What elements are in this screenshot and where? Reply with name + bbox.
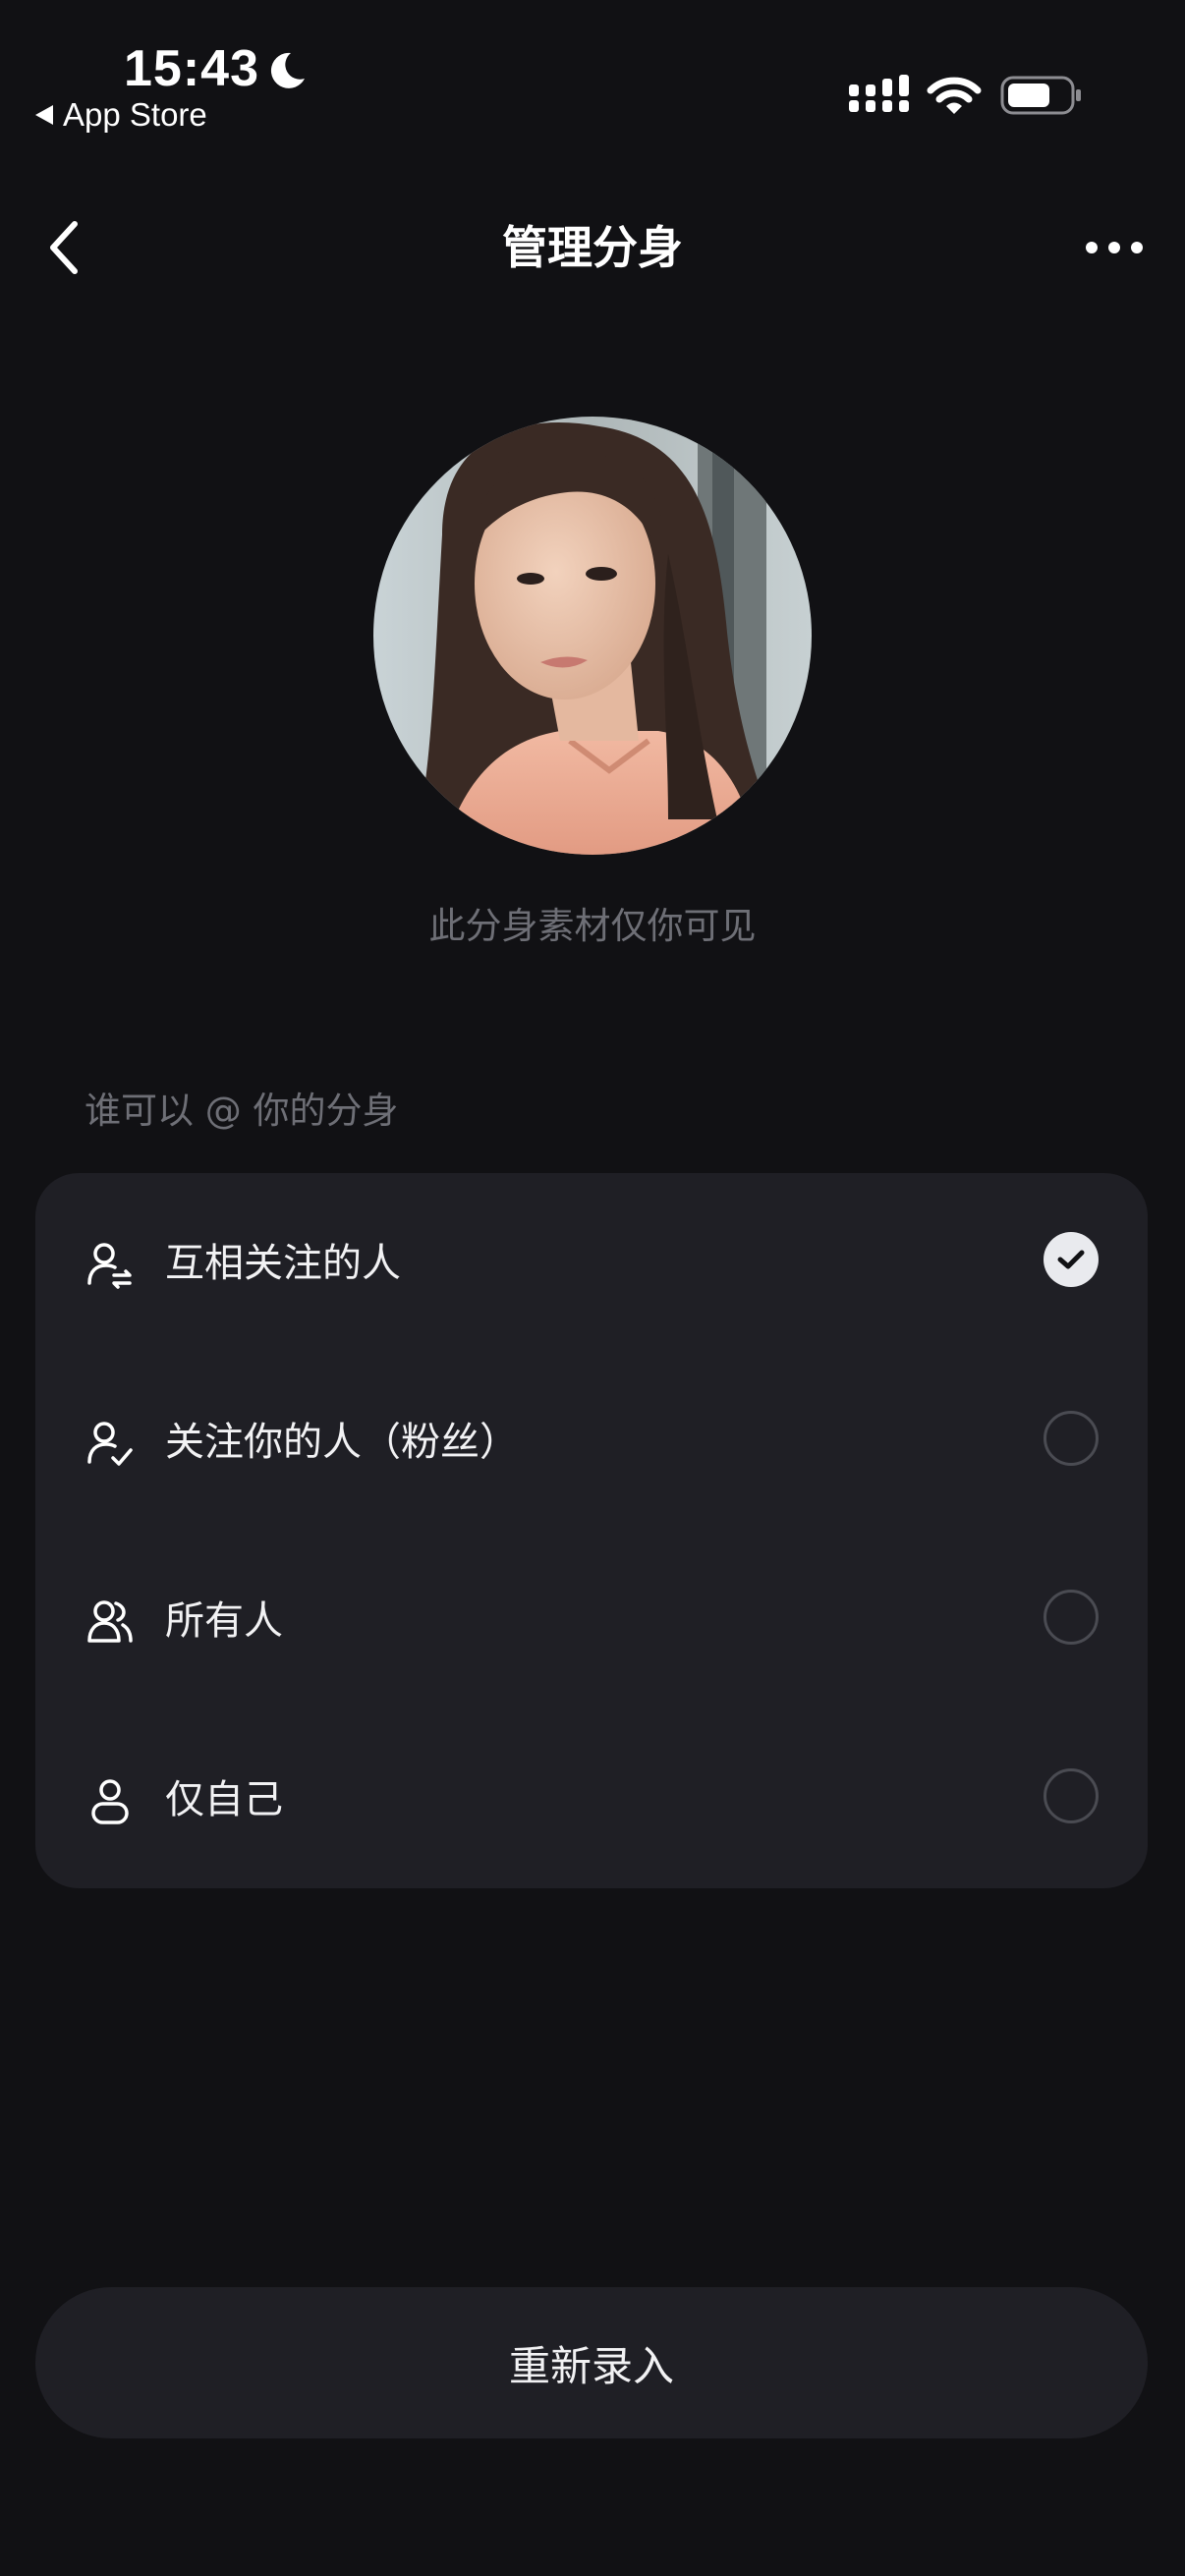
mention-options-card: 互相关注的人 关注你的人（粉丝） 所有人 仅自己 (35, 1173, 1148, 1888)
status-time: 15:43 (124, 40, 259, 97)
back-to-app-label: App Store (63, 96, 207, 133)
moon-icon (270, 52, 305, 88)
more-icon (1086, 242, 1143, 253)
back-triangle-icon (35, 105, 53, 125)
wifi-icon (927, 77, 982, 114)
option-only-me[interactable]: 仅自己 (35, 1709, 1148, 1888)
option-everyone[interactable]: 所有人 (35, 1531, 1148, 1709)
section-label: 谁可以 @ 你的分身 (85, 1090, 399, 1132)
avatar-photo (373, 417, 812, 855)
checkmark-icon (1057, 1250, 1085, 1269)
radio-unselected[interactable] (1044, 1768, 1099, 1823)
radio-unselected[interactable] (1044, 1411, 1099, 1466)
option-followers[interactable]: 关注你的人（粉丝） (35, 1352, 1148, 1531)
avatar-visibility-note: 此分身素材仅你可见 (428, 905, 757, 947)
more-button[interactable] (1077, 220, 1152, 275)
re-record-button[interactable]: 重新录入 (35, 2287, 1148, 2438)
page-title: 管理分身 (502, 221, 683, 274)
cellular-signal-icon (849, 75, 909, 112)
self-icon (91, 1779, 129, 1824)
radio-selected[interactable] (1044, 1232, 1099, 1287)
radio-unselected[interactable] (1044, 1590, 1099, 1645)
status-bar: 15:43 App Store (0, 0, 1185, 157)
option-mutual-follow[interactable]: 互相关注的人 (35, 1173, 1148, 1352)
avatar (373, 417, 812, 855)
option-label: 互相关注的人 (165, 1241, 401, 1286)
option-label: 关注你的人（粉丝） (165, 1420, 519, 1465)
everyone-icon (87, 1600, 133, 1643)
mutual-follow-icon (87, 1243, 132, 1289)
back-to-app-store[interactable]: App Store (35, 96, 207, 134)
battery-icon (1000, 76, 1081, 115)
option-label: 所有人 (165, 1598, 283, 1644)
follower-icon (87, 1422, 133, 1466)
option-label: 仅自己 (165, 1777, 283, 1822)
